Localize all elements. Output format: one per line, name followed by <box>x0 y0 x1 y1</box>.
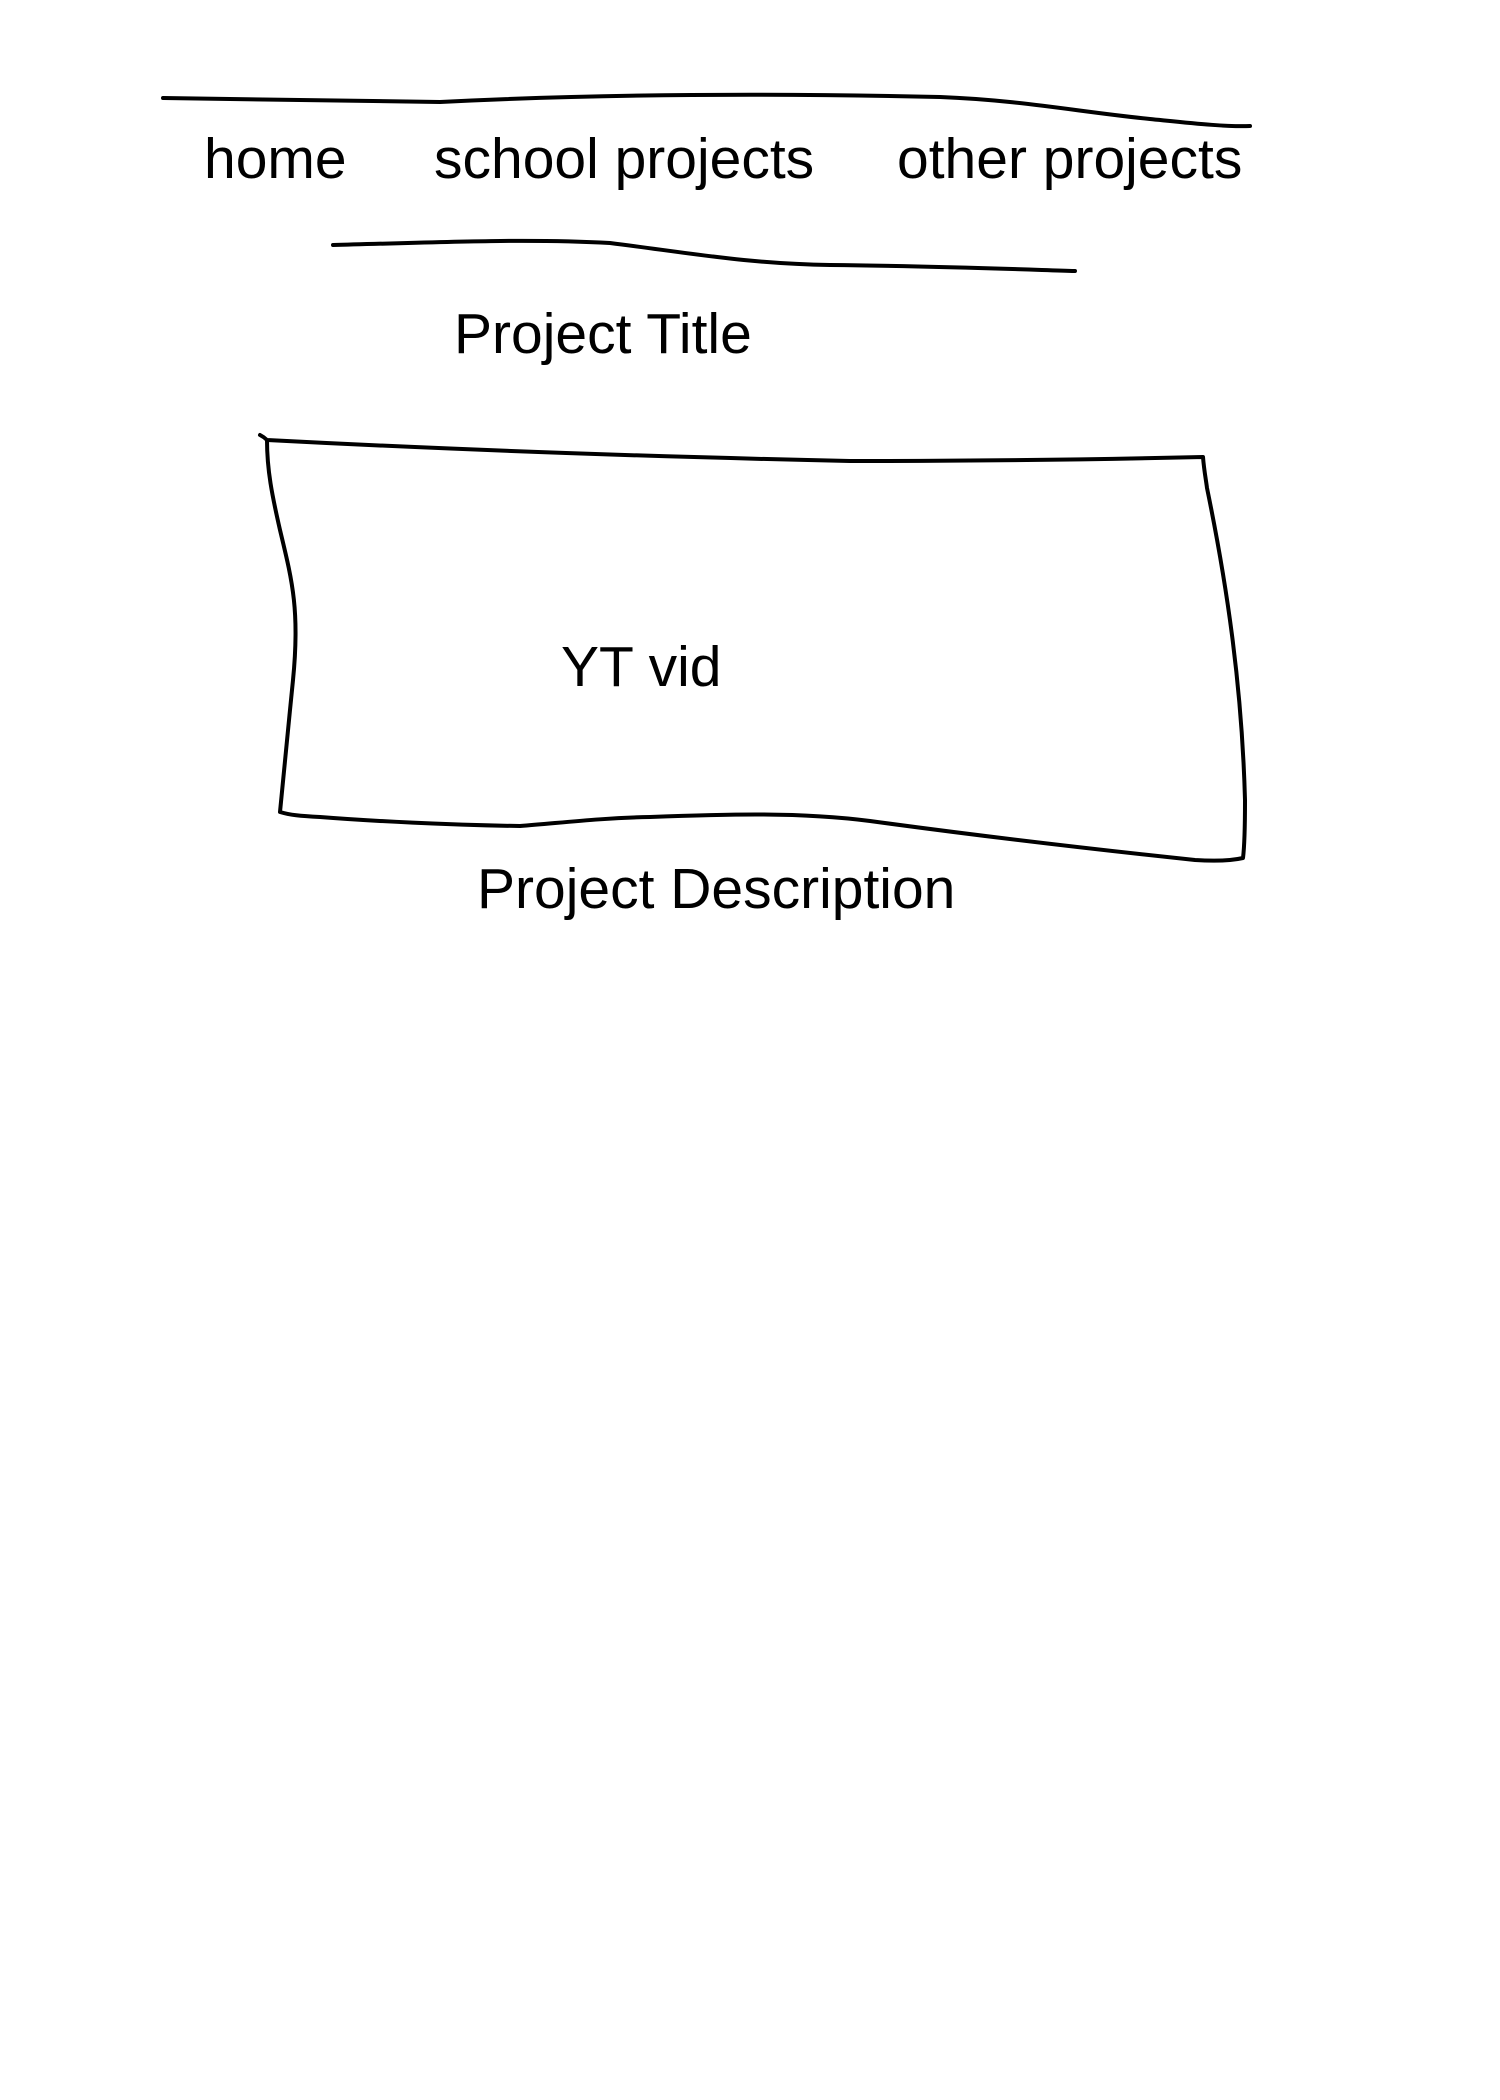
project-title: Project Title <box>454 302 752 366</box>
nav-link-school-projects[interactable]: school projects <box>434 131 814 188</box>
nav-top-divider <box>161 92 1252 129</box>
nav-bottom-divider <box>331 238 1077 273</box>
nav-link-other-projects[interactable]: other projects <box>897 131 1242 188</box>
project-description: Project Description <box>477 857 956 921</box>
nav-link-home[interactable]: home <box>204 131 347 188</box>
video-embed-outline <box>258 433 1247 863</box>
video-embed-placeholder-label: YT vid <box>561 635 722 699</box>
